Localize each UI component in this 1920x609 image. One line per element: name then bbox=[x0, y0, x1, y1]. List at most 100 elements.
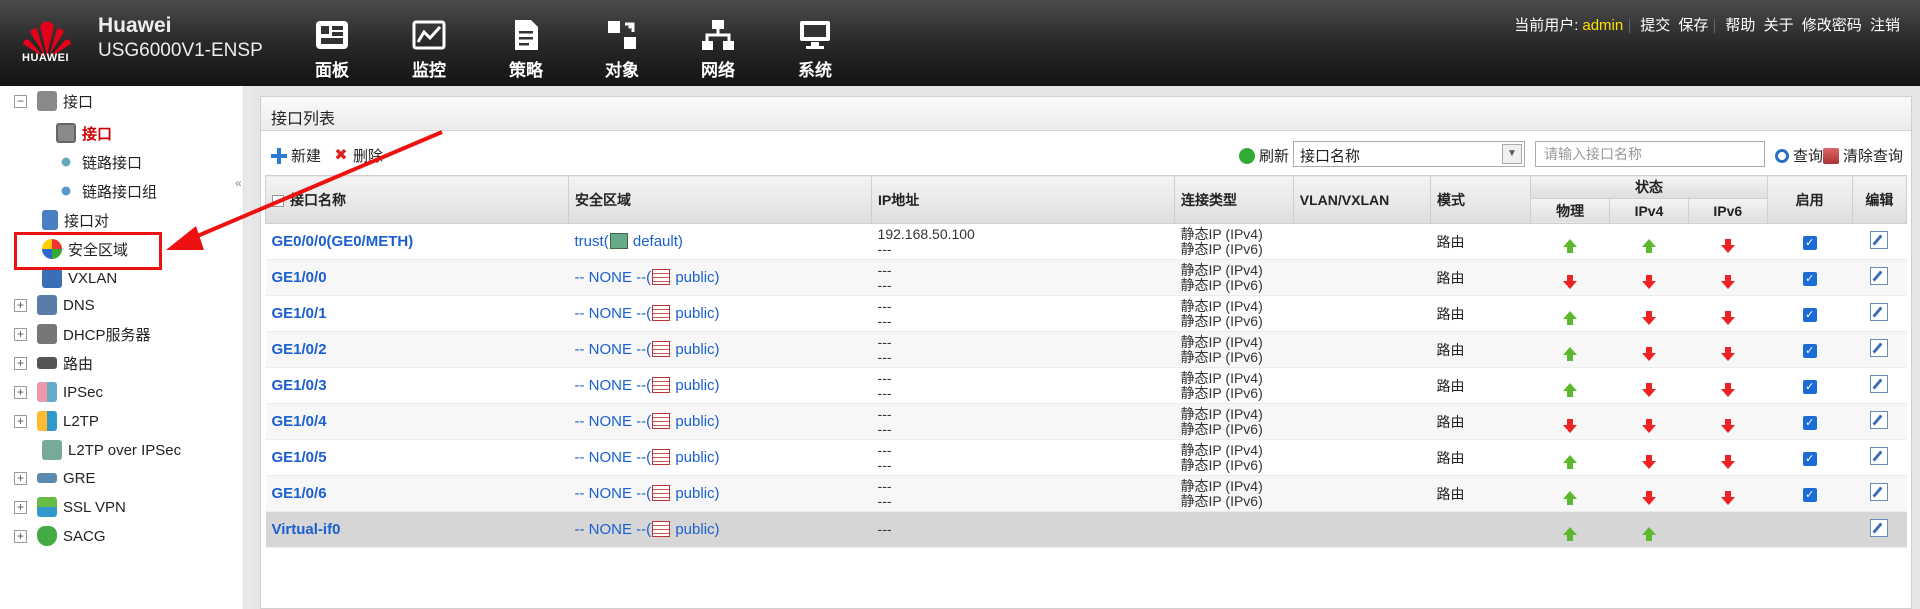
enable-checkbox[interactable]: ✓ bbox=[1802, 452, 1817, 466]
search-input[interactable] bbox=[1535, 141, 1765, 167]
filter-field-select[interactable]: 接口名称 ▼ bbox=[1293, 141, 1525, 167]
table-row[interactable]: GE1/0/1 -- NONE --( public) --- --- 静态IP (IP… bbox=[265, 295, 1907, 332]
public-zone-icon bbox=[652, 413, 671, 429]
expand-icon[interactable]: + bbox=[14, 298, 27, 312]
sidebar-item-interface-group[interactable]: − 接口 bbox=[14, 90, 93, 112]
delete-button[interactable]: ✖ 删除 bbox=[333, 145, 383, 166]
interface-name-link[interactable]: GE1/0/6 bbox=[265, 475, 569, 512]
security-zone-link[interactable]: -- NONE --( public) bbox=[568, 367, 872, 404]
edit-icon[interactable] bbox=[1870, 339, 1889, 357]
table-row[interactable]: GE1/0/4 -- NONE --( public) --- --- 静态IP (IP… bbox=[265, 403, 1907, 440]
sidebar-item-link-interface-group[interactable]: 链路接口组 bbox=[56, 180, 157, 202]
column-header-mode[interactable]: 模式 bbox=[1429, 175, 1532, 224]
column-header-ip[interactable]: IP地址 bbox=[871, 175, 1176, 224]
security-zone-link[interactable]: -- NONE --( public) bbox=[568, 331, 872, 368]
sidebar-item-sacg[interactable]: + SACG bbox=[14, 525, 106, 547]
edit-icon[interactable] bbox=[1870, 375, 1889, 393]
column-header-enable[interactable]: 启用 bbox=[1766, 175, 1853, 224]
sidebar-item-link-interface[interactable]: 链路接口 bbox=[56, 151, 142, 173]
table-row[interactable]: GE1/0/0 -- NONE --( public) --- --- 静态IP (IP… bbox=[265, 259, 1907, 296]
security-zone-link[interactable]: -- NONE --( public) bbox=[568, 259, 872, 296]
collapse-sidebar-icon[interactable]: « bbox=[235, 176, 242, 190]
edit-icon[interactable] bbox=[1870, 411, 1889, 429]
nav-policy[interactable]: 策略 bbox=[486, 18, 566, 81]
column-header-name[interactable]: 接口名称 bbox=[264, 175, 570, 224]
expand-icon[interactable]: + bbox=[14, 500, 27, 514]
sidebar-item-gre[interactable]: + GRE bbox=[14, 467, 96, 489]
sidebar-item-dhcp-server[interactable]: + DHCP服务器 bbox=[14, 323, 151, 345]
edit-icon[interactable] bbox=[1870, 483, 1889, 501]
expand-icon[interactable]: + bbox=[14, 356, 27, 370]
logout-link[interactable]: 注销 bbox=[1870, 17, 1900, 34]
new-button[interactable]: 新建 bbox=[271, 145, 321, 166]
column-header-vlan[interactable]: VLAN/VXLAN bbox=[1292, 175, 1431, 224]
interface-name-link[interactable]: GE1/0/5 bbox=[265, 439, 569, 476]
interface-name-link[interactable]: GE1/0/0 bbox=[265, 259, 569, 296]
enable-checkbox[interactable]: ✓ bbox=[1802, 344, 1817, 358]
expand-icon[interactable]: + bbox=[14, 385, 27, 399]
nav-network[interactable]: 网络 bbox=[678, 18, 758, 81]
sidebar-item-vxlan[interactable]: VXLAN bbox=[42, 267, 117, 289]
nav-object[interactable]: 对象 bbox=[582, 18, 662, 81]
dashboard-icon bbox=[316, 21, 348, 49]
edit-icon[interactable] bbox=[1870, 447, 1889, 465]
sidebar-item-interface[interactable]: 接口 bbox=[56, 122, 112, 144]
enable-checkbox[interactable]: ✓ bbox=[1802, 488, 1817, 502]
sidebar-item-l2tp-over-ipsec[interactable]: L2TP over IPSec bbox=[42, 439, 181, 461]
expand-icon[interactable]: + bbox=[14, 471, 27, 485]
sidebar-item-dns[interactable]: + DNS bbox=[14, 294, 95, 316]
security-zone-link[interactable]: -- NONE --( public) bbox=[568, 403, 872, 440]
collapse-icon[interactable]: − bbox=[14, 94, 27, 108]
enable-checkbox[interactable]: ✓ bbox=[1802, 416, 1817, 430]
table-row[interactable]: GE0/0/0(GE0/METH) trust( default) 192.168.… bbox=[265, 223, 1907, 260]
nav-system[interactable]: 系统 bbox=[775, 18, 855, 81]
expand-icon[interactable]: + bbox=[14, 529, 27, 543]
table-row[interactable]: Virtual-if0 -- NONE --( public) --- bbox=[265, 511, 1907, 548]
interface-name-link[interactable]: Virtual-if0 bbox=[265, 511, 569, 548]
security-zone-link[interactable]: -- NONE --( public) bbox=[568, 295, 872, 332]
chevron-down-icon[interactable]: ▼ bbox=[1502, 144, 1522, 164]
submit-link[interactable]: 提交 bbox=[1640, 17, 1670, 34]
refresh-button[interactable]: 刷新 bbox=[1239, 145, 1289, 166]
edit-icon[interactable] bbox=[1870, 267, 1889, 285]
enable-checkbox[interactable]: ✓ bbox=[1802, 308, 1817, 322]
save-link[interactable]: 保存 bbox=[1678, 17, 1708, 34]
sidebar-item-interface-pair[interactable]: 接口对 bbox=[42, 209, 109, 231]
about-link[interactable]: 关于 bbox=[1764, 17, 1794, 34]
table-row[interactable]: GE1/0/2 -- NONE --( public) --- --- 静态IP (IP… bbox=[265, 331, 1907, 368]
clear-query-button[interactable]: 清除查询 bbox=[1823, 145, 1903, 166]
sidebar-item-l2tp[interactable]: + L2TP bbox=[14, 410, 99, 432]
edit-icon[interactable] bbox=[1870, 231, 1889, 249]
nav-monitor[interactable]: 监控 bbox=[389, 18, 469, 81]
interface-name-link[interactable]: GE1/0/2 bbox=[265, 331, 569, 368]
security-zone-link[interactable]: -- NONE --( public) bbox=[568, 439, 872, 476]
nav-dashboard[interactable]: 面板 bbox=[292, 18, 372, 81]
sidebar-item-ssl-vpn[interactable]: + SSL VPN bbox=[14, 496, 126, 518]
interface-name-link[interactable]: GE1/0/3 bbox=[265, 367, 569, 404]
security-zone-link[interactable]: trust( default) bbox=[568, 223, 872, 260]
edit-icon[interactable] bbox=[1870, 303, 1889, 321]
table-row[interactable]: GE1/0/6 -- NONE --( public) --- --- 静态IP (IP… bbox=[265, 475, 1907, 512]
security-zone-link[interactable]: -- NONE --( public) bbox=[568, 511, 872, 548]
enable-checkbox[interactable]: ✓ bbox=[1802, 380, 1817, 394]
expand-icon[interactable]: + bbox=[14, 414, 27, 428]
sidebar-item-routing[interactable]: + 路由 bbox=[14, 352, 93, 374]
enable-checkbox[interactable]: ✓ bbox=[1802, 236, 1817, 250]
help-link[interactable]: 帮助 bbox=[1725, 17, 1755, 34]
sidebar-item-ipsec[interactable]: + IPSec bbox=[14, 381, 103, 403]
interface-name-link[interactable]: GE0/0/0(GE0/METH) bbox=[265, 223, 569, 260]
change-password-link[interactable]: 修改密码 bbox=[1802, 17, 1862, 34]
security-zone-link[interactable]: -- NONE --( public) bbox=[568, 475, 872, 512]
splitter[interactable] bbox=[244, 86, 252, 609]
column-header-zone[interactable]: 安全区域 bbox=[568, 175, 873, 224]
column-header-conn-type[interactable]: 连接类型 bbox=[1174, 175, 1294, 224]
table-row[interactable]: GE1/0/5 -- NONE --( public) --- --- 静态IP (IP… bbox=[265, 439, 1907, 476]
interface-name-link[interactable]: GE1/0/4 bbox=[265, 403, 569, 440]
enable-checkbox[interactable]: ✓ bbox=[1802, 272, 1817, 286]
query-button[interactable]: 查询 bbox=[1775, 145, 1823, 166]
edit-icon[interactable] bbox=[1870, 519, 1889, 537]
select-all-checkbox[interactable] bbox=[272, 194, 284, 207]
expand-icon[interactable]: + bbox=[14, 327, 27, 341]
interface-name-link[interactable]: GE1/0/1 bbox=[265, 295, 569, 332]
table-row[interactable]: GE1/0/3 -- NONE --( public) --- --- 静态IP (IP… bbox=[265, 367, 1907, 404]
